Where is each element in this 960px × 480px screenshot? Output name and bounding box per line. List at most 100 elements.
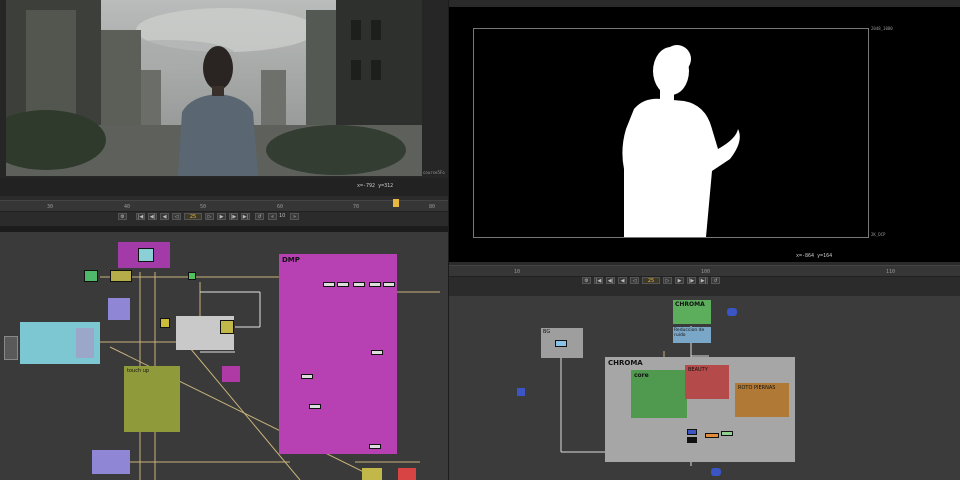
backdrop-bg-label: BG — [543, 329, 551, 335]
node[interactable] — [555, 340, 567, 347]
node[interactable] — [369, 282, 381, 287]
node-red-bottom[interactable] — [398, 468, 416, 480]
backdrop-lavender-bottom[interactable] — [92, 450, 130, 474]
backdrop-reduccion-label: Reduccion de ruido — [674, 328, 705, 338]
last-frame-button[interactable]: ▶| — [699, 277, 708, 284]
backdrop-core[interactable]: core — [631, 370, 687, 418]
play-forward-button[interactable]: ▷ — [205, 213, 214, 220]
silhouette-matte — [622, 45, 740, 237]
step-back-button[interactable]: ◀ — [618, 277, 627, 284]
backdrop-touchup-label: touch up — [127, 368, 150, 374]
tick-label: 60 — [277, 204, 284, 210]
current-frame-field[interactable]: 25 — [642, 277, 660, 284]
node[interactable] — [371, 350, 383, 355]
node[interactable] — [705, 433, 719, 438]
node[interactable] — [369, 444, 381, 449]
backdrop-bg[interactable]: BG — [541, 328, 583, 358]
backdrop-cyan[interactable] — [20, 322, 100, 364]
playhead-marker[interactable] — [393, 199, 399, 207]
node[interactable] — [721, 431, 733, 436]
loop-button[interactable]: ↺ — [255, 213, 264, 220]
node-blue-dot[interactable] — [727, 308, 737, 316]
node[interactable] — [323, 282, 335, 287]
node-green[interactable] — [84, 270, 98, 282]
tick-label: 50 — [200, 204, 207, 210]
backdrop-beauty[interactable]: BEAUTY — [685, 365, 729, 399]
node[interactable] — [301, 374, 313, 379]
node-blue-dot-bottom[interactable] — [711, 468, 721, 476]
viewer-coordinates: x=-792 y=312 — [357, 183, 394, 189]
node[interactable] — [353, 282, 365, 287]
prev-keyframe-button[interactable]: ◀| — [148, 213, 157, 220]
node-small-green[interactable] — [188, 272, 196, 280]
timeline-ruler[interactable]: 30 40 50 60 70 80 — [0, 199, 448, 212]
backdrop-roto-piernas[interactable]: ROTO PIERNAS — [735, 383, 789, 417]
viewer-status-bar: x=-792 y=312 — [0, 178, 448, 196]
node[interactable] — [383, 282, 395, 287]
tick-label: 40 — [124, 204, 131, 210]
backdrop-chroma-top[interactable]: CHROMA — [673, 300, 711, 324]
backdrop-reduccion[interactable]: Reduccion de ruido — [673, 327, 711, 343]
current-frame-field[interactable]: 25 — [184, 213, 202, 220]
play-backward-button[interactable]: ◁ — [172, 213, 181, 220]
tick-label: 70 — [353, 204, 360, 210]
format-top-label: 2048_1080 — [871, 26, 893, 31]
node-read[interactable] — [4, 336, 18, 360]
format-bottom-label: 2K_DCP — [871, 232, 886, 237]
backdrop-inner-blue — [76, 328, 94, 358]
backdrop-lavender[interactable] — [108, 298, 130, 320]
node-yellow-bottom[interactable] — [362, 468, 382, 480]
play-backward-button[interactable]: ◁ — [630, 277, 639, 284]
node-dot[interactable] — [160, 318, 170, 328]
step-size-value[interactable]: 10 — [279, 213, 285, 219]
step-forward-button[interactable]: ▶ — [675, 277, 684, 284]
left-viewer-panel: x=-792 y=312 course5Fo — [0, 0, 448, 196]
node[interactable] — [309, 404, 321, 409]
timeline-options-button[interactable]: ⚙ — [118, 213, 127, 220]
backdrop-chroma-main[interactable]: CHROMA core BEAUTY ROTO PIERNAS — [605, 357, 795, 462]
node[interactable] — [687, 437, 697, 443]
viewer-format-label: course5Fo — [423, 170, 445, 175]
backdrop-roto-label: ROTO PIERNAS — [738, 385, 776, 391]
backdrop-purple-top[interactable] — [118, 242, 170, 268]
node-yellow[interactable] — [110, 270, 132, 282]
next-keyframe-button[interactable]: |▶ — [687, 277, 696, 284]
node-purple-small[interactable] — [222, 366, 240, 382]
right-transport-controls: ⚙ |◀ ◀| ◀ ◁ 25 ▷ ▶ |▶ ▶| ↺ — [582, 277, 782, 286]
tick-label: 110 — [886, 269, 896, 275]
backdrop-core-label: core — [634, 372, 649, 379]
skip-forward-button[interactable]: » — [290, 213, 299, 220]
last-frame-button[interactable]: ▶| — [241, 213, 250, 220]
prev-keyframe-button[interactable]: ◀| — [606, 277, 615, 284]
left-node-graph[interactable]: touch up DMP — [0, 232, 448, 480]
play-forward-button[interactable]: ▷ — [663, 277, 672, 284]
rooftop-scene — [6, 0, 422, 176]
first-frame-button[interactable]: |◀ — [136, 213, 145, 220]
node-thumbnail[interactable] — [138, 248, 154, 262]
backdrop-beauty-label: BEAUTY — [688, 367, 708, 373]
backdrop-touch-up[interactable]: touch up — [124, 366, 180, 432]
node[interactable] — [337, 282, 349, 287]
viewer-image-woman-on-rooftop[interactable] — [6, 0, 422, 176]
first-frame-button[interactable]: |◀ — [594, 277, 603, 284]
right-node-graph[interactable]: CHROMA Reduccion de ruido BG CHROMA core… — [449, 296, 960, 480]
backdrop-dmp[interactable]: DMP — [279, 254, 397, 454]
node-yellow-small[interactable] — [220, 320, 234, 334]
step-forward-button[interactable]: ▶ — [217, 213, 226, 220]
next-keyframe-button[interactable]: |▶ — [229, 213, 238, 220]
loop-button[interactable]: ↺ — [711, 277, 720, 284]
step-back-button[interactable]: ◀ — [160, 213, 169, 220]
skip-back-button[interactable]: « — [268, 213, 277, 220]
node-blue-dot-left[interactable] — [517, 388, 525, 396]
right-viewer-coordinates: x=-864 y=164 — [796, 253, 833, 259]
timeline-options-button[interactable]: ⚙ — [582, 277, 591, 284]
left-timeline-panel: 30 40 50 60 70 80 ⚙ |◀ ◀| ◀ ◁ 25 ▷ ▶ |▶ … — [0, 196, 448, 226]
backdrop-gray[interactable] — [176, 316, 234, 350]
transport-controls: ⚙ |◀ ◀| ◀ ◁ 25 ▷ ▶ |▶ ▶| ↺ « 10 » — [118, 213, 318, 222]
node[interactable] — [687, 429, 697, 435]
tick-label: 100 — [701, 269, 711, 275]
tick-label: 10 — [514, 269, 521, 275]
viewer-alpha-matte[interactable] — [473, 28, 869, 238]
tick-label: 80 — [429, 204, 436, 210]
right-timeline-ruler[interactable]: 10 100 110 — [449, 265, 960, 277]
